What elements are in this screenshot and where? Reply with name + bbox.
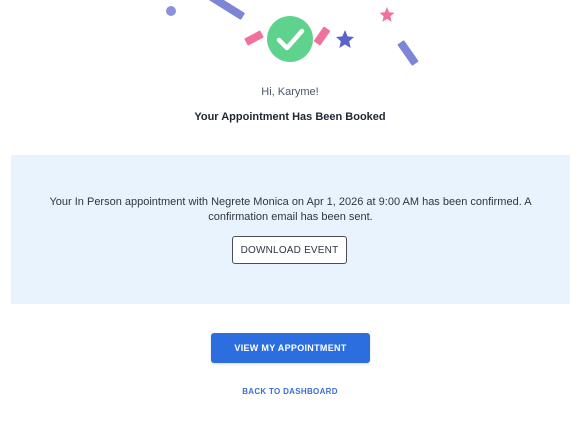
greeting-text: Hi, Karyme! — [261, 86, 319, 98]
page-title: Your Appointment Has Been Booked — [194, 111, 386, 123]
confetti-decoration — [166, 0, 419, 66]
confetti-strip — [207, 0, 245, 20]
confetti-strip — [313, 26, 331, 46]
confirmation-panel: Your In Person appointment with Negrete … — [11, 155, 570, 304]
back-to-dashboard-link[interactable]: BACK TO DASHBOARD — [0, 387, 580, 396]
confetti-strip — [397, 40, 419, 66]
confetti-dot — [166, 6, 176, 16]
check-circle-icon — [267, 16, 313, 62]
download-event-button[interactable]: DOWNLOAD EVENT — [232, 236, 347, 264]
confetti-star — [336, 30, 354, 48]
confetti-strip — [244, 30, 264, 46]
view-appointment-button[interactable]: VIEW MY APPOINTMENT — [211, 333, 370, 363]
confetti-star — [379, 7, 395, 22]
confirmation-message: Your In Person appointment with Negrete … — [49, 196, 532, 223]
